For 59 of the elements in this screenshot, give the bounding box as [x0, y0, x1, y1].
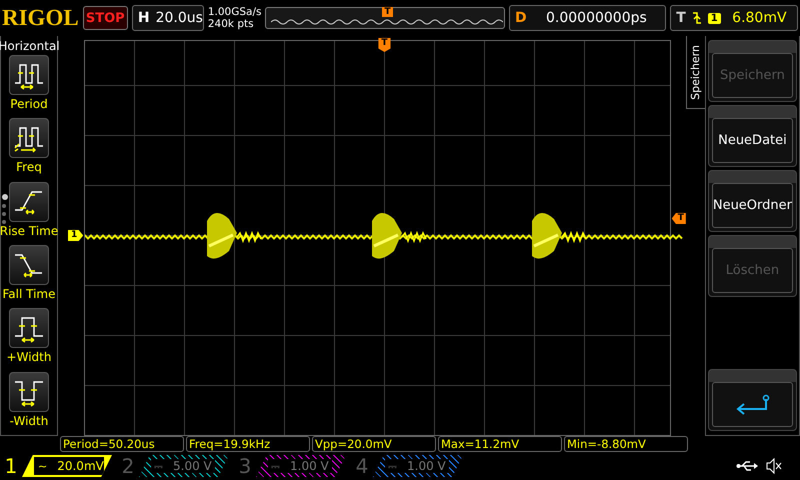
channel-scale: 20.0mV — [57, 459, 104, 473]
horizontal-scale-box[interactable]: H 20.0us — [132, 5, 204, 31]
trigger-label: T — [676, 10, 686, 26]
channel-scale: 5.00 V — [173, 459, 212, 473]
coupling-symbol: ⎓ — [154, 460, 163, 472]
channel-scale: 1.00 V — [290, 459, 329, 473]
measure-label: Fall Time — [2, 286, 56, 301]
trigger-position-marker[interactable]: T — [378, 38, 391, 52]
delay-value: 0.00000000ps — [545, 10, 648, 26]
measure-button[interactable] — [9, 118, 49, 158]
channel-number[interactable]: 1 — [0, 454, 22, 478]
horizontal-scale-value: 20.0us — [156, 10, 203, 26]
speaker-muted-icon — [766, 458, 782, 474]
return-icon — [734, 394, 770, 416]
edge-icon — [692, 11, 702, 25]
channel-marker[interactable]: 1 — [68, 230, 84, 241]
channel-scale-box[interactable]: ⎓ 1.00 V — [373, 455, 463, 477]
page-dot[interactable] — [2, 220, 6, 224]
page-dot[interactable] — [2, 212, 6, 216]
trigger-position-marker: T — [382, 7, 393, 17]
delay-box[interactable]: D 0.00000000ps — [508, 5, 666, 31]
delay-label: D — [514, 10, 527, 26]
measure-button[interactable] — [8, 244, 49, 285]
measure-label: -Width — [10, 414, 48, 428]
channel-scale-box[interactable]: ~ 20.0mV — [22, 455, 112, 477]
page-dot[interactable] — [2, 204, 6, 208]
run-stop-button[interactable]: STOP — [82, 6, 128, 30]
page-dot[interactable] — [2, 194, 8, 200]
measure-label: +Width — [6, 350, 52, 364]
measurement-readout: Vpp=20.0mV — [312, 436, 436, 452]
coupling-symbol: ~ — [38, 460, 48, 472]
channel-scale: 1.00 V — [407, 459, 446, 473]
trigger-level-marker[interactable]: T — [672, 213, 686, 224]
coupling-symbol: ⎓ — [388, 460, 397, 472]
measure-button[interactable] — [8, 308, 49, 348]
sample-rate: 1.00GSa/s — [208, 6, 262, 18]
measurement-readout: Max=11.2mV — [438, 436, 562, 452]
trigger-source: 1 — [708, 12, 721, 24]
measure-label: Period — [10, 97, 48, 111]
back-button[interactable] — [708, 369, 797, 431]
measure-button[interactable] — [9, 182, 49, 222]
brand-logo: RIGOL — [2, 5, 79, 31]
channel-scale-box[interactable]: ⎓ 1.00 V — [256, 455, 346, 477]
trigger-level: 6.80mV — [731, 10, 788, 26]
measure-button[interactable] — [9, 55, 49, 95]
measure-label: Rise Time — [0, 224, 58, 238]
memory-depth: 240k pts — [208, 18, 255, 30]
trigger-box[interactable]: T 1 6.80mV — [670, 5, 798, 31]
usb-icon — [736, 460, 758, 472]
measure-button[interactable] — [9, 372, 49, 412]
coupling-symbol: ⎓ — [271, 460, 280, 472]
measurement-readout: Freq=19.9kHz — [186, 436, 310, 452]
menu-button[interactable]: NeueDatei — [708, 105, 797, 167]
channel-scale-box[interactable]: ⎓ 5.00 V — [139, 455, 229, 477]
menu-button[interactable]: NeueOrdner — [708, 170, 797, 232]
horizontal-label: H — [138, 10, 150, 26]
measure-label: Freq — [16, 160, 42, 174]
measurement-readout: Period=50.20us — [60, 436, 184, 452]
measurement-readout: Min=-8.80mV — [564, 436, 688, 452]
